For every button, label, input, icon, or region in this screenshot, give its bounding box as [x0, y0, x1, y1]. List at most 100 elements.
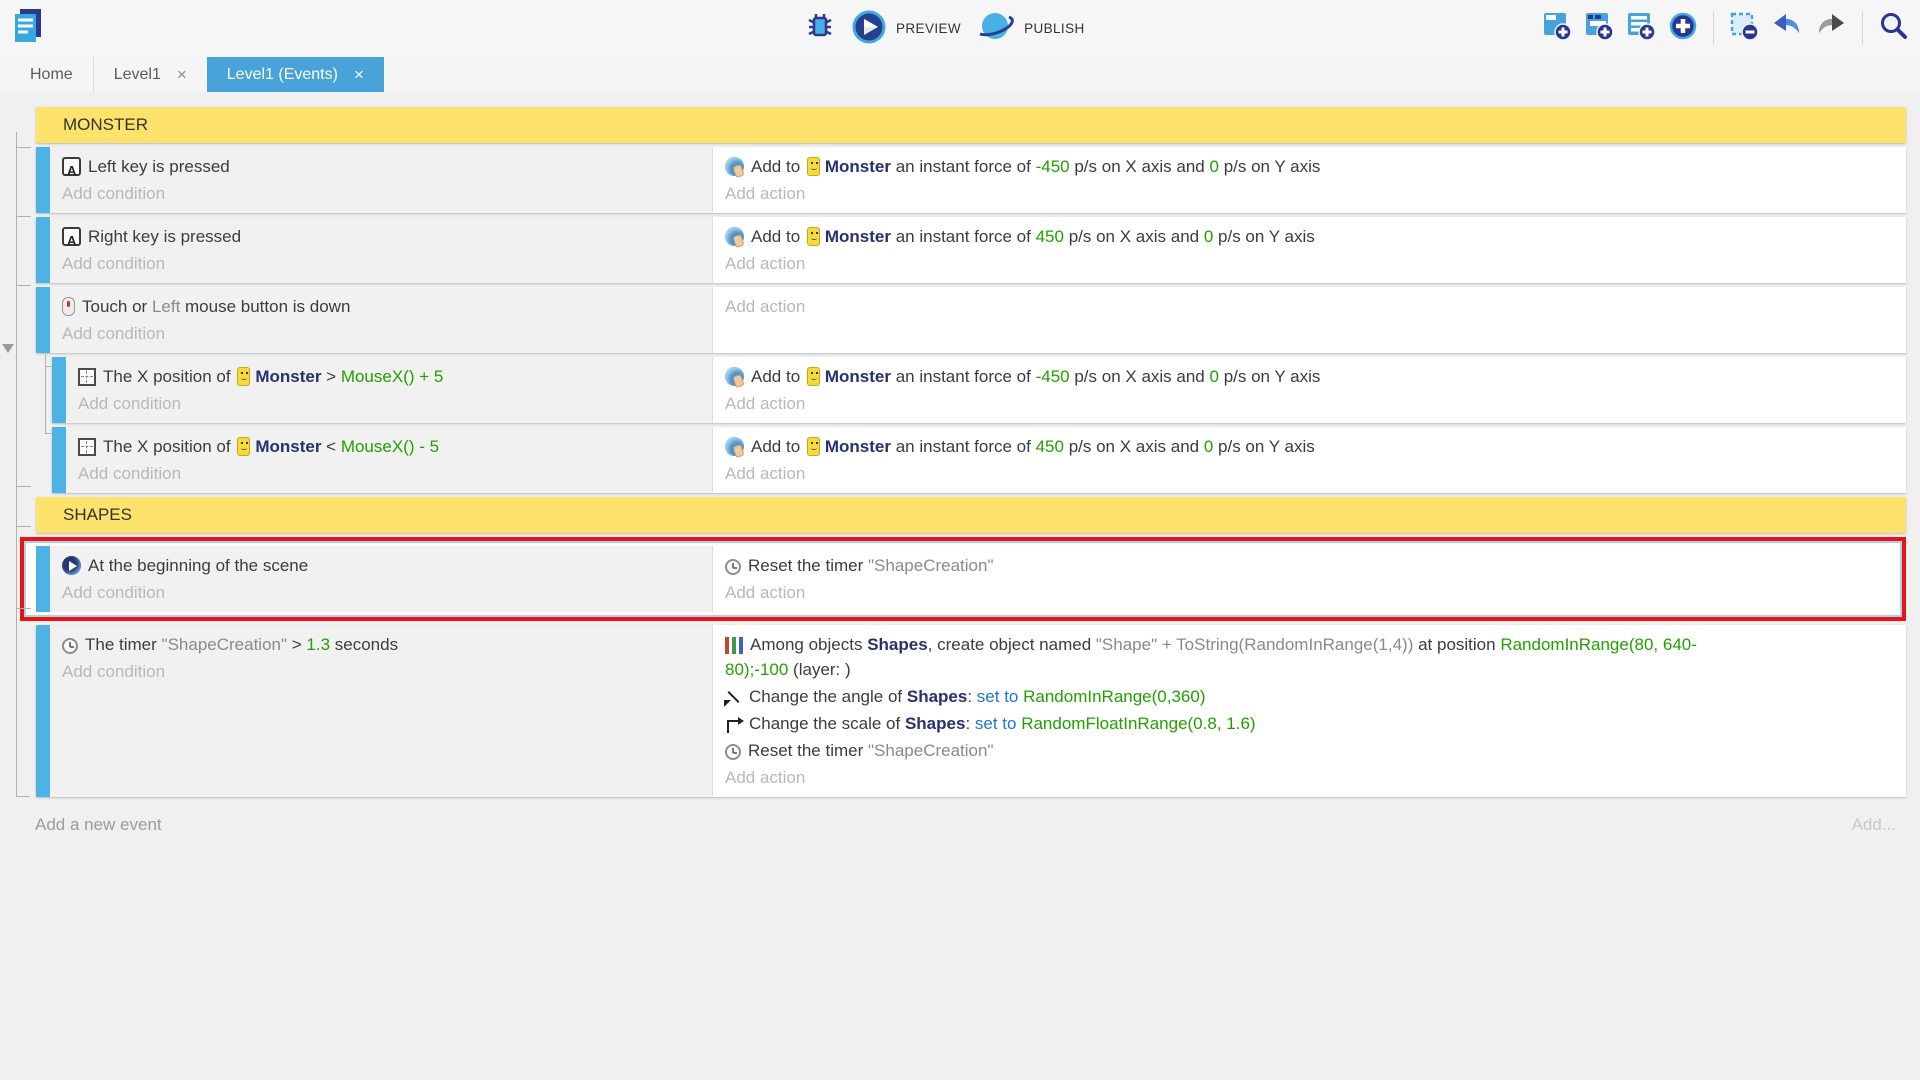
- event-row[interactable]: The X position of Monster < MouseX() - 5…: [52, 427, 1906, 493]
- monster-sprite-icon: [237, 437, 250, 456]
- event-action[interactable]: Reset the timer "ShapeCreation": [713, 552, 1900, 579]
- add-condition-button[interactable]: Add condition: [50, 250, 712, 277]
- event-action[interactable]: Among objects Shapes, create object name…: [713, 631, 1906, 683]
- conditions-cell: The X position of Monster < MouseX() - 5…: [66, 427, 713, 493]
- add-subevent-icon: [1584, 11, 1614, 44]
- undo-button[interactable]: [1771, 11, 1803, 44]
- add-condition-button[interactable]: Add condition: [66, 390, 712, 417]
- tab-label: Home: [30, 66, 73, 84]
- event-condition[interactable]: Right key is pressed: [50, 223, 712, 250]
- search-icon: [1878, 11, 1908, 44]
- timer-icon: [62, 638, 78, 654]
- event-action[interactable]: Add to Monster an instant force of -450 …: [713, 153, 1906, 180]
- project-manager-button[interactable]: [8, 6, 48, 51]
- add-subevent-button[interactable]: [1584, 11, 1614, 44]
- add-action-button[interactable]: Add action: [713, 180, 1906, 207]
- add-action-button[interactable]: Add action: [713, 764, 1906, 791]
- project-manager-icon: [8, 6, 48, 51]
- preview-play-icon: [851, 9, 887, 48]
- event-row[interactable]: The timer "ShapeCreation" > 1.3 secondsA…: [36, 625, 1906, 797]
- add-condition-button[interactable]: Add condition: [50, 180, 712, 207]
- event-row[interactable]: Left key is pressedAdd conditionAdd to M…: [36, 147, 1906, 213]
- tab-close-icon[interactable]: ×: [177, 66, 187, 83]
- publish-button[interactable]: PUBLISH: [975, 9, 1085, 48]
- event-condition[interactable]: The timer "ShapeCreation" > 1.3 seconds: [50, 631, 712, 658]
- event-rows-container: MONSTERLeft key is pressedAdd conditionA…: [0, 107, 1920, 797]
- toolbar-center-group: PREVIEW PUBLISH: [803, 9, 1085, 48]
- mouse-icon: [62, 297, 75, 316]
- tree-line: [16, 147, 31, 148]
- event-condition[interactable]: At the beginning of the scene: [50, 552, 712, 579]
- event-row[interactable]: At the beginning of the sceneAdd conditi…: [36, 546, 1900, 612]
- events-sheet: MONSTERLeft key is pressedAdd conditionA…: [0, 92, 1920, 1080]
- timer-icon: [725, 744, 741, 760]
- group-header-row[interactable]: MONSTER: [36, 107, 1906, 143]
- conditions-cell: At the beginning of the sceneAdd conditi…: [50, 546, 713, 612]
- publish-globe-icon: [975, 9, 1015, 48]
- event-color-bar: [52, 357, 66, 423]
- position-icon: [78, 438, 96, 456]
- actions-cell: Among objects Shapes, create object name…: [713, 625, 1906, 797]
- event-action[interactable]: Add to Monster an instant force of 450 p…: [713, 223, 1906, 250]
- event-row[interactable]: Touch or Left mouse button is downAdd co…: [36, 287, 1906, 353]
- add-action-button[interactable]: Add action: [713, 250, 1906, 277]
- timer-icon: [725, 559, 741, 575]
- undo-icon: [1771, 11, 1803, 44]
- monster-sprite-icon: [237, 367, 250, 386]
- event-color-bar: [36, 546, 50, 612]
- tab-level1-scene[interactable]: Level1 ×: [93, 57, 207, 92]
- tree-line: [16, 608, 31, 609]
- add-action-button[interactable]: Add action: [713, 293, 1906, 320]
- event-row[interactable]: Right key is pressedAdd conditionAdd to …: [36, 217, 1906, 283]
- event-condition[interactable]: The X position of Monster > MouseX() + 5: [66, 363, 712, 390]
- toolbar-separator: [1713, 12, 1714, 44]
- keyboard-key-icon: [62, 157, 81, 176]
- event-condition[interactable]: The X position of Monster < MouseX() - 5: [66, 433, 712, 460]
- tree-line: [16, 526, 31, 527]
- preview-label: PREVIEW: [896, 21, 961, 36]
- tab-close-icon[interactable]: ×: [354, 66, 364, 83]
- scene-start-icon: [62, 556, 81, 575]
- search-button[interactable]: [1878, 11, 1908, 44]
- position-icon: [78, 368, 96, 386]
- delete-event-icon: [1729, 11, 1759, 44]
- add-action-button[interactable]: Add action: [713, 579, 1900, 606]
- add-comment-button[interactable]: [1626, 11, 1656, 44]
- create-object-icon: [725, 637, 743, 654]
- event-condition[interactable]: Touch or Left mouse button is down: [50, 293, 712, 320]
- event-condition[interactable]: Left key is pressed: [50, 153, 712, 180]
- tab-label: Level1: [114, 66, 161, 84]
- add-more-button[interactable]: [1668, 11, 1698, 44]
- tree-line: [45, 433, 52, 434]
- add-comment-icon: [1626, 11, 1656, 44]
- tab-level1-events[interactable]: Level1 (Events) ×: [207, 57, 384, 92]
- preview-button[interactable]: PREVIEW: [851, 9, 961, 48]
- add-condition-button[interactable]: Add condition: [50, 579, 712, 606]
- add-condition-button[interactable]: Add condition: [50, 658, 712, 685]
- event-action[interactable]: Change the scale of Shapes: set to Rando…: [713, 710, 1906, 737]
- group-label: MONSTER: [50, 115, 148, 135]
- event-row[interactable]: The X position of Monster > MouseX() + 5…: [52, 357, 1906, 423]
- event-action[interactable]: Add to Monster an instant force of -450 …: [713, 363, 1906, 390]
- delete-event-button[interactable]: [1729, 11, 1759, 44]
- redo-button[interactable]: [1815, 11, 1847, 44]
- add-more-link[interactable]: Add...: [1852, 815, 1896, 835]
- event-action[interactable]: Change the angle of Shapes: set to Rando…: [713, 683, 1906, 710]
- toolbar-right-group: [1542, 11, 1908, 44]
- debugger-button[interactable]: [803, 10, 837, 47]
- event-action[interactable]: Add to Monster an instant force of 450 p…: [713, 433, 1906, 460]
- add-new-event-button[interactable]: Add a new event: [35, 815, 162, 835]
- force-icon: [725, 367, 744, 386]
- add-action-button[interactable]: Add action: [713, 460, 1906, 487]
- collapse-expander-icon[interactable]: [2, 344, 14, 353]
- add-condition-button[interactable]: Add condition: [50, 320, 712, 347]
- tree-line: [45, 366, 52, 367]
- tab-home[interactable]: Home: [10, 57, 93, 92]
- monster-sprite-icon: [807, 367, 820, 386]
- add-action-button[interactable]: Add action: [713, 390, 1906, 417]
- group-header-row[interactable]: SHAPES: [36, 497, 1906, 533]
- add-condition-button[interactable]: Add condition: [66, 460, 712, 487]
- event-action[interactable]: Reset the timer "ShapeCreation": [713, 737, 1906, 764]
- event-color-bar: [36, 147, 50, 213]
- add-event-button[interactable]: [1542, 11, 1572, 44]
